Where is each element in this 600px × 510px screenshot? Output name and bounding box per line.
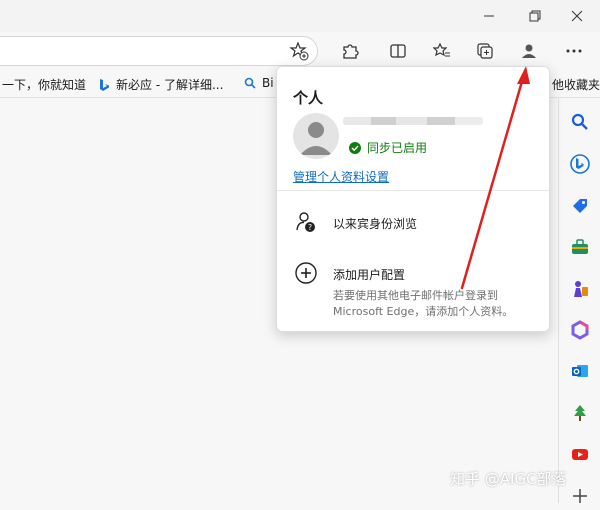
browse-as-guest-item[interactable]: ? 以来宾身份浏览	[277, 203, 549, 243]
watermark: 知乎 @AIGC部落	[450, 470, 567, 488]
svg-text:?: ?	[308, 223, 312, 232]
more-icon	[566, 49, 582, 53]
close-button[interactable]	[554, 0, 600, 32]
profile-flyout: 个人 同步已启用 管理个人资料设置 ? 以来宾身份浏览 添加用户配置 若要使用其…	[276, 66, 550, 332]
sidebar-office[interactable]	[566, 316, 594, 344]
puzzle-icon	[343, 44, 359, 59]
favorite-label: 一下，你就知道	[2, 78, 87, 92]
tools-icon	[572, 239, 588, 254]
add-profile-description: 若要使用其他电子邮件帐户登录到 Microsoft Edge，请添加个人资料。	[333, 289, 514, 318]
profile-avatar-icon	[300, 122, 332, 155]
sidebar-games[interactable]	[566, 275, 594, 303]
favorites-list-icon	[432, 42, 450, 57]
favorite-label: 他收藏夹	[552, 78, 600, 92]
sync-status: 同步已启用	[349, 139, 427, 156]
restore-icon	[529, 10, 541, 22]
search-icon	[571, 113, 588, 130]
sidebar-tools[interactable]	[566, 233, 594, 261]
split-screen-button[interactable]	[383, 36, 413, 66]
collections-icon	[477, 43, 493, 59]
favorite-label: Bi	[262, 76, 274, 90]
games-icon	[574, 281, 588, 297]
restore-button[interactable]	[512, 0, 558, 32]
panel-title: 个人	[293, 89, 324, 107]
shopping-tag-icon	[573, 199, 587, 213]
add-icon	[573, 489, 587, 503]
favorite-item[interactable]: 一下，你就知道	[2, 76, 86, 93]
other-favorites[interactable]: 他收藏夹	[552, 76, 600, 93]
sync-status-text: 同步已启用	[367, 141, 428, 155]
favorites-button[interactable]	[427, 36, 457, 66]
edge-sidebar	[558, 98, 600, 503]
sidebar-drop[interactable]	[566, 399, 594, 427]
close-icon	[571, 10, 583, 22]
avatar	[293, 113, 339, 159]
minimize-icon	[484, 15, 494, 17]
bing-icon	[100, 78, 109, 91]
check-circle-icon	[349, 141, 361, 154]
minimize-button[interactable]	[466, 0, 512, 32]
tree-icon	[574, 405, 586, 421]
outlook-icon	[572, 365, 588, 377]
add-circle-icon	[293, 260, 319, 286]
sidebar-youtube[interactable]	[566, 440, 594, 468]
profile-button[interactable]	[514, 36, 544, 66]
divider	[277, 190, 549, 191]
sidebar-add[interactable]	[566, 482, 594, 510]
sidebar-outlook[interactable]	[566, 357, 594, 385]
bing-copilot-icon	[570, 154, 590, 174]
add-profile-label: 添加用户配置	[333, 268, 406, 282]
sidebar-shopping[interactable]	[566, 192, 594, 220]
search-icon	[244, 77, 256, 89]
youtube-icon	[572, 449, 588, 460]
favorite-item[interactable]: Bi	[244, 76, 274, 90]
title-bar	[0, 0, 600, 32]
guest-label: 以来宾身份浏览	[333, 217, 418, 231]
settings-more-button[interactable]	[559, 36, 589, 66]
collections-button[interactable]	[470, 36, 500, 66]
add-favorite-button[interactable]	[284, 36, 314, 66]
address-bar[interactable]	[0, 36, 318, 66]
guest-icon: ?	[293, 209, 319, 235]
star-add-icon	[289, 41, 309, 61]
favorite-item[interactable]: 新必应 - 了解详细...	[98, 76, 223, 93]
extensions-button[interactable]	[335, 36, 365, 66]
manage-profile-link[interactable]: 管理个人资料设置	[293, 168, 389, 185]
account-name-redacted	[343, 117, 483, 125]
sidebar-copilot[interactable]	[566, 150, 594, 178]
office-icon	[571, 320, 589, 340]
split-screen-icon	[390, 44, 406, 58]
sidebar-search[interactable]	[566, 108, 594, 136]
favorite-label: 新必应 - 了解详细...	[116, 78, 224, 92]
profile-icon	[522, 44, 536, 58]
